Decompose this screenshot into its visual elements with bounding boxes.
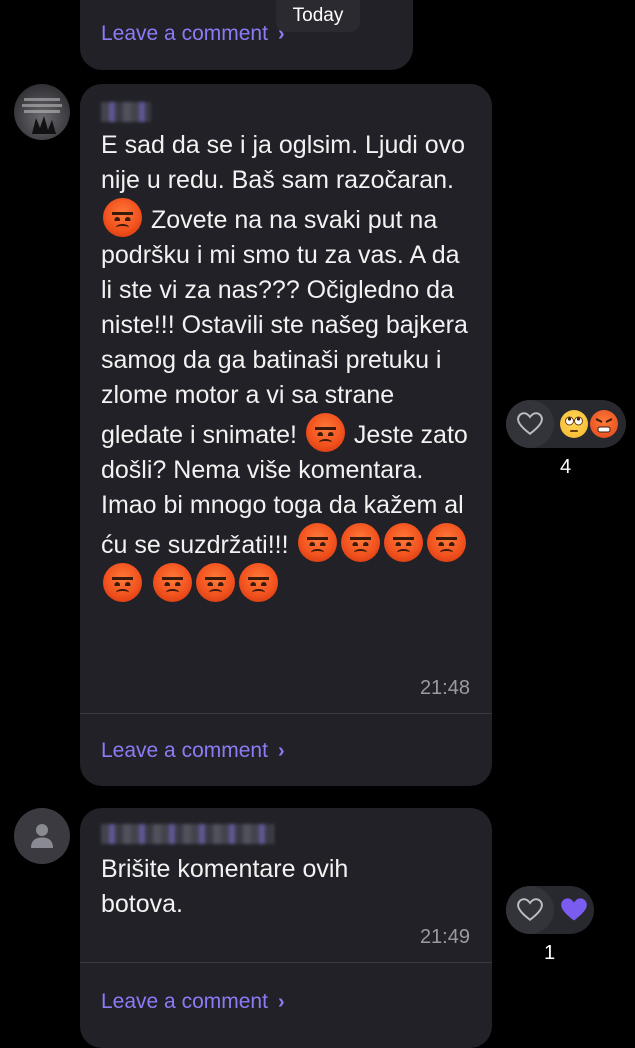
comment-text: Brišite komentare ovih botova. <box>101 855 349 918</box>
comment-text: E sad da se i ja oglsim. Ljudi ovo nije … <box>101 128 476 603</box>
leave-comment-label: Leave a comment <box>101 22 268 45</box>
default-avatar[interactable] <box>14 808 70 864</box>
purple-heart-icon <box>561 898 587 921</box>
author-name-redacted <box>101 824 274 844</box>
reactions-bar[interactable] <box>506 886 594 934</box>
avatar-image-icon <box>22 98 62 134</box>
angry-face-icon <box>195 563 235 602</box>
angry-face-icon <box>383 523 423 562</box>
angry-face-icon <box>152 563 192 602</box>
leave-comment-link[interactable]: Leave a comment › <box>101 990 285 1014</box>
date-separator: Today <box>276 0 360 32</box>
chevron-right-icon: › <box>277 990 285 1013</box>
angry-face-icon <box>238 563 278 602</box>
timestamp: 21:49 <box>419 926 470 948</box>
heart-icon[interactable] <box>506 400 554 448</box>
leave-comment-label: Leave a comment <box>101 990 268 1013</box>
reaction-count: 1 <box>544 942 556 964</box>
comment-text-part-2: Zovete na na svaki put na podršku i mi s… <box>101 206 468 449</box>
leave-comment-label: Leave a comment <box>101 739 268 762</box>
angry-face-icon <box>305 413 345 452</box>
avatar[interactable] <box>14 84 70 140</box>
reactions-bar[interactable] <box>506 400 626 448</box>
angry-face-icon <box>590 410 618 438</box>
angry-face-icon <box>103 198 142 237</box>
comment-bubble-3: Brišite komentare ovih botova. 21:49 Lea… <box>80 808 492 1048</box>
face-with-rolling-eyes-icon <box>560 410 588 438</box>
angry-face-icon <box>297 523 337 562</box>
user-icon <box>31 824 53 848</box>
chevron-right-icon: › <box>277 739 285 762</box>
angry-face-icon <box>103 563 142 602</box>
comment-bubble-1: Leave a comment › <box>80 0 413 70</box>
author-name-redacted <box>101 102 151 122</box>
leave-comment-link[interactable]: Leave a comment › <box>101 22 285 46</box>
heart-icon[interactable] <box>506 886 554 934</box>
angry-face-icon <box>426 523 466 562</box>
divider <box>80 713 492 714</box>
timestamp: 21:48 <box>419 677 470 699</box>
comment-text-part-1: E sad da se i ja oglsim. Ljudi ovo nije … <box>101 131 466 194</box>
divider <box>80 962 492 963</box>
comment-bubble-2: E sad da se i ja oglsim. Ljudi ovo nije … <box>80 84 492 786</box>
leave-comment-link[interactable]: Leave a comment › <box>101 739 285 763</box>
reaction-count: 4 <box>560 456 572 478</box>
angry-face-icon <box>340 523 380 562</box>
